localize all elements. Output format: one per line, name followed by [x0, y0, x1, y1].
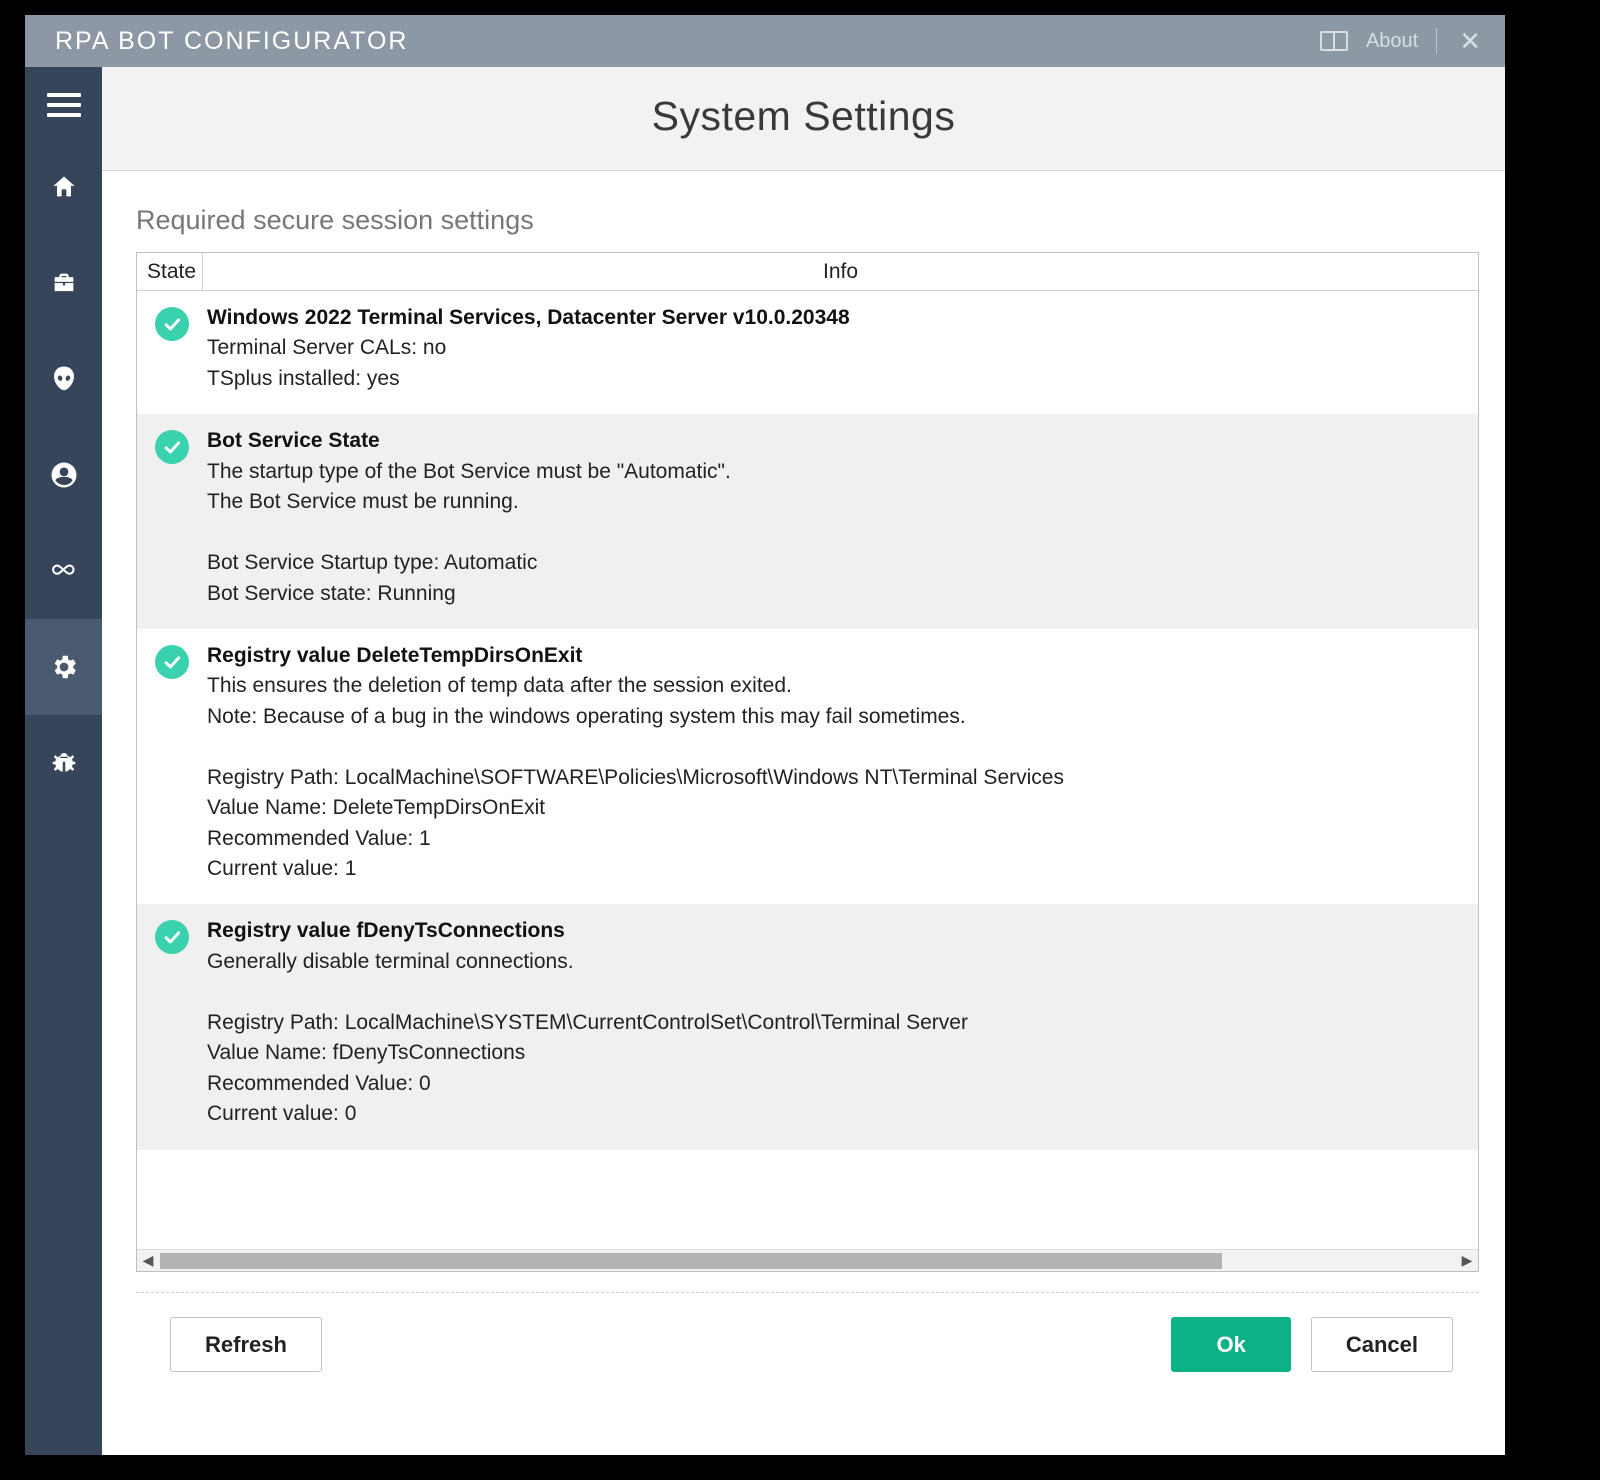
column-header-state[interactable]: State [137, 253, 203, 290]
row-line: Current value: 0 [207, 1099, 1466, 1129]
table-row[interactable]: Registry value DeleteTempDirsOnExitThis … [137, 629, 1478, 905]
table-body[interactable]: Windows 2022 Terminal Services, Datacent… [137, 291, 1478, 1249]
row-line: Value Name: DeleteTempDirsOnExit [207, 793, 1466, 823]
sidebar-item-briefcase[interactable] [25, 235, 102, 331]
briefcase-icon [50, 269, 78, 297]
row-line: Registry Path: LocalMachine\SOFTWARE\Pol… [207, 763, 1466, 793]
row-line [207, 732, 1466, 762]
row-line [207, 977, 1466, 1007]
row-line: Current value: 1 [207, 854, 1466, 884]
cancel-button[interactable]: Cancel [1311, 1317, 1453, 1372]
row-line: Note: Because of a bug in the windows op… [207, 702, 1466, 732]
scroll-thumb[interactable] [160, 1253, 1222, 1269]
table-row[interactable]: Windows 2022 Terminal Services, Datacent… [137, 291, 1478, 414]
check-ok-icon [155, 920, 189, 954]
row-line [207, 518, 1466, 548]
menu-icon[interactable] [47, 93, 81, 117]
row-line: This ensures the deletion of temp data a… [207, 671, 1466, 701]
row-info: Registry value fDenyTsConnectionsGeneral… [207, 916, 1478, 1129]
app-title: RPA BOT CONFIGURATOR [55, 27, 408, 56]
titlebar-right: About ✕ [1320, 26, 1485, 57]
check-ok-icon [155, 430, 189, 464]
table-row[interactable]: Registry value fDenyTsConnectionsGeneral… [137, 904, 1478, 1149]
row-info: Windows 2022 Terminal Services, Datacent… [207, 303, 1478, 394]
sidebar-item-user[interactable] [25, 427, 102, 523]
row-line: Generally disable terminal connections. [207, 947, 1466, 977]
row-line: Bot Service Startup type: Automatic [207, 548, 1466, 578]
page-header: System Settings [102, 67, 1505, 171]
row-line: Bot Service state: Running [207, 579, 1466, 609]
row-line: The startup type of the Bot Service must… [207, 457, 1466, 487]
row-state [137, 641, 207, 885]
row-title: Registry value DeleteTempDirsOnExit [207, 641, 1466, 671]
section-title: Required secure session settings [136, 205, 1479, 236]
row-state [137, 426, 207, 609]
help-book-icon[interactable] [1320, 31, 1348, 51]
scroll-track[interactable] [160, 1253, 1455, 1269]
sidebar-item-alien[interactable] [25, 331, 102, 427]
sidebar [25, 67, 102, 1455]
alien-icon [49, 364, 79, 394]
check-ok-icon [155, 307, 189, 341]
settings-table: State Info Windows 2022 Terminal Service… [136, 252, 1479, 1272]
ok-button[interactable]: Ok [1171, 1317, 1290, 1372]
row-line: Recommended Value: 0 [207, 1069, 1466, 1099]
refresh-button[interactable]: Refresh [170, 1317, 322, 1372]
row-line: Value Name: fDenyTsConnections [207, 1038, 1466, 1068]
row-state [137, 303, 207, 394]
row-line: TSplus installed: yes [207, 364, 1466, 394]
infinity-icon [47, 561, 81, 581]
row-line: The Bot Service must be running. [207, 487, 1466, 517]
titlebar-divider [1436, 28, 1437, 54]
table-row[interactable]: Bot Service StateThe startup type of the… [137, 414, 1478, 629]
table-header: State Info [137, 253, 1478, 291]
page-title: System Settings [652, 93, 956, 140]
sidebar-item-settings[interactable] [25, 619, 102, 715]
sidebar-item-home[interactable] [25, 139, 102, 235]
footer-bar: Refresh Ok Cancel [136, 1293, 1479, 1400]
titlebar: RPA BOT CONFIGURATOR About ✕ [25, 15, 1505, 67]
row-title: Registry value fDenyTsConnections [207, 916, 1466, 946]
sidebar-item-infinity[interactable] [25, 523, 102, 619]
close-icon[interactable]: ✕ [1455, 26, 1485, 57]
about-link[interactable]: About [1366, 30, 1418, 53]
scroll-right-arrow-icon[interactable]: ▶ [1456, 1252, 1478, 1269]
row-title: Windows 2022 Terminal Services, Datacent… [207, 303, 1466, 333]
horizontal-scrollbar[interactable]: ◀ ▶ [137, 1249, 1478, 1271]
gear-icon [49, 652, 79, 682]
column-header-info[interactable]: Info [203, 260, 1478, 284]
row-info: Bot Service StateThe startup type of the… [207, 426, 1478, 609]
content-area: Required secure session settings State I… [102, 171, 1505, 1455]
main-panel: System Settings Required secure session … [102, 67, 1505, 1455]
row-state [137, 916, 207, 1129]
row-title: Bot Service State [207, 426, 1466, 456]
row-line: Terminal Server CALs: no [207, 333, 1466, 363]
user-circle-icon [49, 460, 79, 490]
app-window: RPA BOT CONFIGURATOR About ✕ [25, 15, 1505, 1455]
row-info: Registry value DeleteTempDirsOnExitThis … [207, 641, 1478, 885]
bug-icon [49, 748, 79, 778]
scroll-left-arrow-icon[interactable]: ◀ [137, 1252, 159, 1269]
row-line: Recommended Value: 1 [207, 824, 1466, 854]
check-ok-icon [155, 645, 189, 679]
row-line: Registry Path: LocalMachine\SYSTEM\Curre… [207, 1008, 1466, 1038]
sidebar-item-bug[interactable] [25, 715, 102, 811]
home-icon [50, 173, 78, 201]
